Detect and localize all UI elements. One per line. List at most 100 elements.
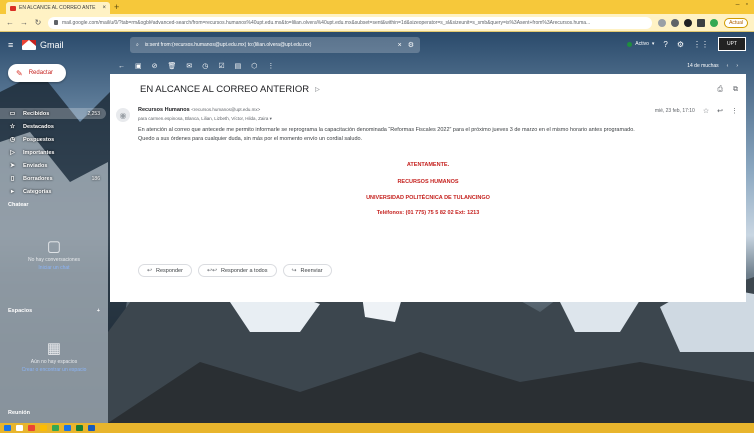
draft-count: 186 [91,175,100,182]
sender-name: Recursos Humanos [138,107,190,113]
search-options-icon[interactable]: ⚙ [408,41,414,49]
reply-actions: ↩ Responder ↩↩ Responder a todos ↪ Reenv… [138,264,332,277]
print-icon[interactable]: ⎙ [717,86,723,94]
reply-label: Responder [156,267,183,274]
report-spam-icon[interactable]: ⊘ [152,62,158,70]
sidebar: ✎ Redactar ▭ Recibidos 2,253 ☆ Destacado… [0,58,108,423]
sidebar-item-label: Categorías [23,188,52,195]
chat-section-header[interactable]: Chatear [8,202,100,208]
sidebar-item-label: Enviados [23,162,48,169]
sender-avatar: ◉ [116,108,130,122]
star-icon[interactable]: ☆ [703,107,709,115]
add-task-icon[interactable]: ☑ [218,62,224,70]
reply-button[interactable]: ↩ Responder [138,264,192,277]
start-chat-link[interactable]: Iniciar un chat [0,264,108,272]
start-icon[interactable] [4,425,11,431]
open-new-window-icon[interactable]: ⧉ [733,86,738,94]
add-space-icon[interactable]: + [97,308,100,314]
sidebar-item-sent[interactable]: ➤ Enviados [0,160,106,171]
sidebar-item-label: Pospuestos [23,136,55,143]
inbox-icon: ▭ [9,111,16,117]
sidebar-item-inbox[interactable]: ▭ Recibidos 2,253 [0,108,106,119]
word-icon[interactable] [88,425,95,431]
taskbar-search-icon[interactable] [16,425,23,431]
snooze-icon[interactable]: ◷ [202,62,208,70]
sidebar-item-important[interactable]: ▷ Importantes [0,147,106,158]
newer-icon[interactable]: ‹ [727,63,729,69]
profile-avatar-icon[interactable] [710,18,719,27]
recipients-line[interactable]: para carmen.espinosa, Blanca, Lilian, Li… [138,116,272,122]
chat-empty-text: No hay conversaciones [28,257,80,263]
browser-tab[interactable]: EN ALCANCE AL CORREO ANTE × [6,2,110,14]
reply-icon[interactable]: ↩ [717,107,723,115]
new-tab-button[interactable]: + [114,3,119,12]
chat-header-label: Chatear [8,202,29,208]
search-input[interactable]: is:sent from:(recursos.humanos@upt.edu.m… [145,42,392,48]
share-icon[interactable] [658,18,667,27]
sidebar-item-label: Borradores [23,175,53,182]
sidebar-item-snoozed[interactable]: ◷ Pospuestos [0,134,106,145]
pagination: 14 de muchas ‹ › [687,63,738,69]
status-label: Activo [635,41,649,47]
message-toolbar: ← ▣ ⊘ 🗑 ✉ ◷ ☑ ▤ ⬡ ⋮ 14 de muchas ‹ › [110,58,746,74]
older-icon[interactable]: › [736,63,738,69]
forward-icon[interactable]: → [20,18,28,27]
tab-title: EN ALCANCE AL CORREO ANTE [19,5,96,11]
move-to-icon[interactable]: ▤ [235,62,242,70]
reload-icon[interactable]: ↻ [34,18,42,27]
settings-gear-icon[interactable]: ⚙ [677,40,684,49]
gmail-m-icon [22,40,36,50]
sidebar-item-categories[interactable]: ▸ Categorías [0,186,106,197]
create-space-link[interactable]: Crear o encontrar un espacio [0,366,108,374]
help-icon[interactable]: ? [663,40,667,49]
spaces-section-header[interactable]: Espacios + [8,308,100,314]
spaces-empty-state: ▦ Aún no hay espacios Crear o encontrar … [0,340,108,374]
back-icon[interactable]: ← [6,18,14,27]
bookmark-star-icon[interactable] [671,18,680,27]
sidepanel-icon[interactable] [697,18,706,27]
status-selector[interactable]: Activo ▾ [627,41,654,47]
update-button[interactable]: Actual [724,17,748,28]
search-bar[interactable]: ⌕ is:sent from:(recursos.humanos@upt.edu… [130,37,420,53]
message-subject: EN ALCANCE AL CORREO ANTERIOR ▷ [140,84,320,95]
apps-grid-icon[interactable]: ⋮⋮ [693,40,709,49]
chrome-icon[interactable] [52,425,59,431]
extension-icon[interactable] [684,18,693,27]
clear-search-icon[interactable]: × [398,42,402,49]
maximize-icon[interactable]: ▫ [746,1,748,8]
spaces-grid-icon: ▦ [46,340,62,357]
browser-tab-bar: EN ALCANCE AL CORREO ANTE × + – ▫ [0,0,754,14]
sidebar-item-starred[interactable]: ☆ Destacados [0,121,106,132]
reply-all-button[interactable]: ↩↩ Responder a todos [197,264,277,277]
important-marker-icon[interactable]: ▷ [315,86,320,93]
account-avatar[interactable]: UPT [718,37,746,51]
tab-close-icon[interactable]: × [102,5,106,11]
compose-button[interactable]: ✎ Redactar [8,64,66,82]
signature-line: ATENTAMENTE. [406,162,450,168]
label-icon[interactable]: ⬡ [251,62,257,70]
taskbar-app-icon[interactable] [28,425,35,431]
sidebar-item-drafts[interactable]: ▯ Borradores 186 [0,173,106,184]
archive-icon[interactable]: ▣ [135,62,142,70]
forward-icon: ↪ [291,268,297,274]
mark-unread-icon[interactable]: ✉ [186,62,192,70]
main-menu-icon[interactable]: ≡ [8,40,22,50]
signature-line: RECURSOS HUMANOS [397,179,459,185]
unread-count: 2,253 [87,110,100,117]
taskbar-app-icon[interactable] [64,425,71,431]
more-icon[interactable]: ⋮ [731,107,738,115]
search-icon[interactable]: ⌕ [136,42,139,48]
meet-section-header[interactable]: Reunión [8,410,30,416]
signature-line: UNIVERSIDAD POLITÉCNICA DE TULANCINGO [366,195,490,201]
pager-text: 14 de muchas [687,63,719,69]
draft-icon: ▯ [10,176,15,182]
delete-icon[interactable]: 🗑 [168,62,177,70]
address-bar[interactable]: mail.google.com/mail/u/0/?tab=rm&ogbl#ad… [48,16,653,29]
file-explorer-icon[interactable] [40,425,47,431]
minimize-icon[interactable]: – [736,1,740,8]
forward-button[interactable]: ↪ Reenviar [282,264,332,277]
back-to-list-icon[interactable]: ← [118,63,125,70]
more-options-icon[interactable]: ⋮ [267,62,274,70]
excel-icon[interactable] [76,425,83,431]
gmail-logo[interactable]: Gmail [22,40,112,50]
